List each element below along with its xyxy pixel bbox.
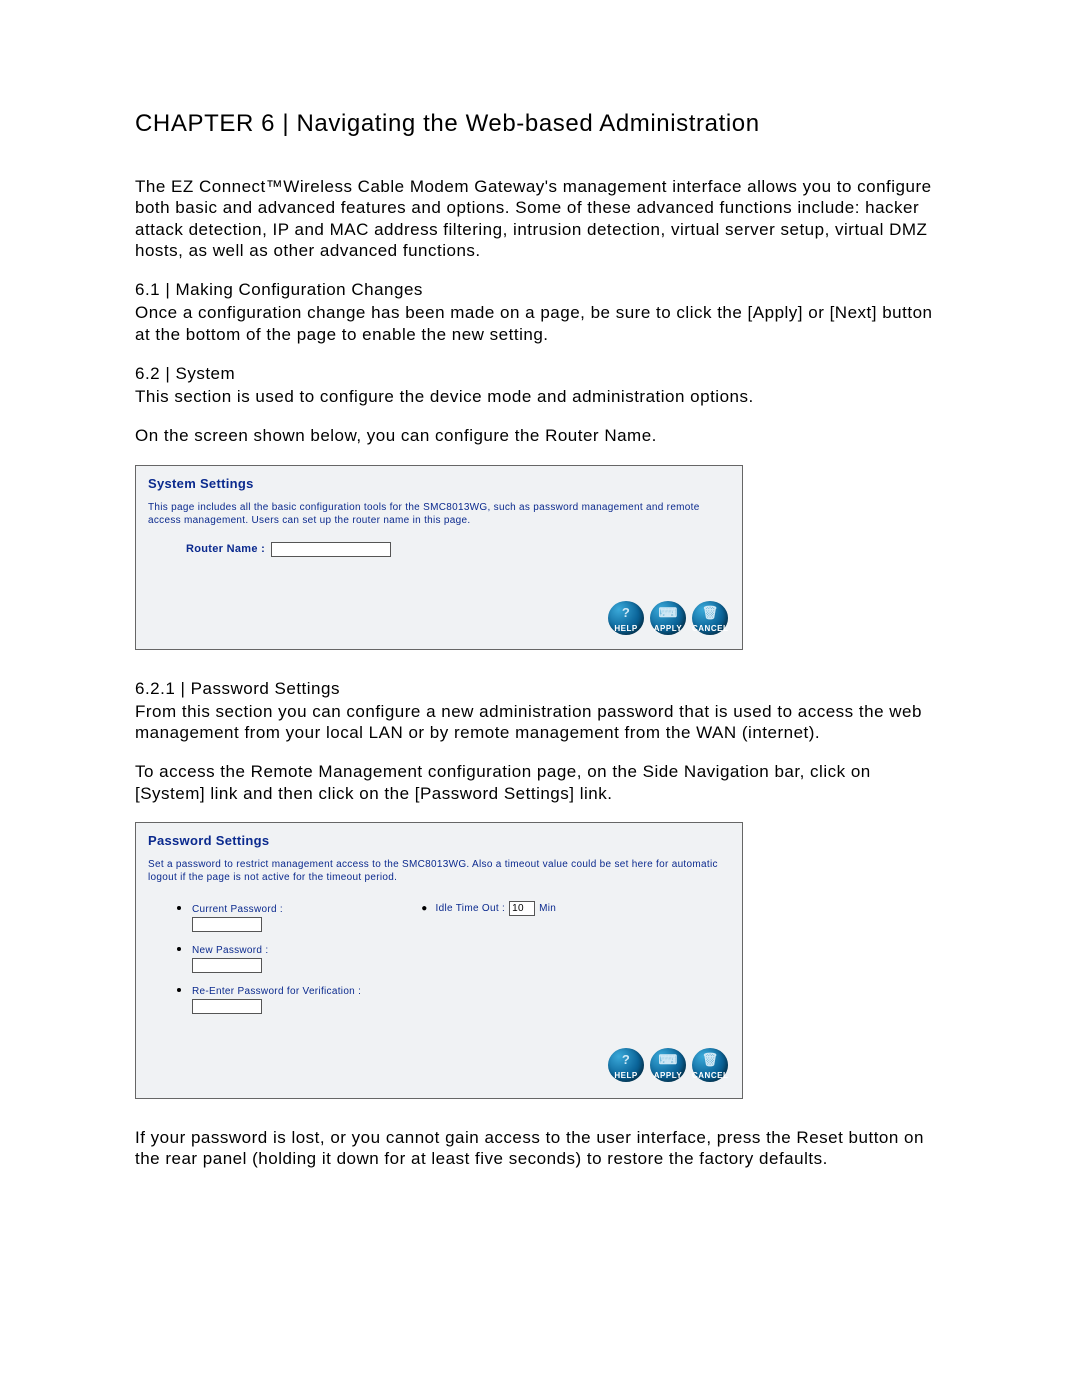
new-password-input[interactable] — [192, 958, 262, 973]
password-fields-left: Current Password : New Password : Re-Ent… — [176, 899, 361, 1022]
reenter-password-input[interactable] — [192, 999, 262, 1014]
apply-button[interactable]: ⌨ APPLY — [650, 1048, 686, 1082]
password-settings-panel: Password Settings Set a password to rest… — [135, 822, 743, 1099]
section-6-2-1-body-2: To access the Remote Management configur… — [135, 761, 945, 804]
button-label: APPLY — [650, 1071, 686, 1080]
system-settings-panel: System Settings This page includes all t… — [135, 465, 743, 650]
current-password-input[interactable] — [192, 917, 262, 932]
intro-paragraph: The EZ Connect™Wireless Cable Modem Gate… — [135, 176, 945, 261]
cancel-button[interactable]: 🗑 CANCEL — [692, 1048, 728, 1082]
button-label: HELP — [608, 1071, 644, 1080]
password-fields-block: Current Password : New Password : Re-Ent… — [176, 899, 730, 1022]
section-6-1-body: Once a configuration change has been mad… — [135, 302, 945, 345]
idle-timeout-label: Idle Time Out : — [436, 903, 506, 914]
router-name-input[interactable] — [271, 542, 391, 557]
panel-button-row: ? HELP ⌨ APPLY 🗑 CANCEL — [148, 1048, 730, 1082]
panel-description: Set a password to restrict management ac… — [148, 858, 730, 885]
outro-paragraph: If your password is lost, or you cannot … — [135, 1127, 945, 1170]
apply-button[interactable]: ⌨ APPLY — [650, 601, 686, 635]
cancel-icon: 🗑 — [692, 1052, 728, 1068]
router-name-label: Router Name : — [186, 543, 265, 555]
section-6-2-heading: 6.2 | System — [135, 363, 945, 384]
section-6-2-body-1: This section is used to configure the de… — [135, 386, 945, 407]
section-6-2-body-2: On the screen shown below, you can confi… — [135, 425, 945, 446]
list-item: New Password : — [192, 940, 361, 973]
help-icon: ? — [608, 1052, 644, 1067]
help-icon: ? — [608, 605, 644, 620]
current-password-label: Current Password : — [192, 904, 283, 915]
button-label: CANCEL — [692, 624, 728, 633]
chapter-title: CHAPTER 6 | Navigating the Web-based Adm… — [135, 110, 945, 138]
idle-timeout-unit: Min — [539, 903, 556, 914]
section-6-2-1-body-1: From this section you can configure a ne… — [135, 701, 945, 744]
idle-timeout-input[interactable]: 10 — [509, 901, 535, 916]
router-name-row: Router Name : — [186, 542, 730, 557]
button-label: HELP — [608, 624, 644, 633]
help-button[interactable]: ? HELP — [608, 1048, 644, 1082]
cancel-icon: 🗑 — [692, 605, 728, 621]
panel-description: This page includes all the basic configu… — [148, 501, 730, 528]
bullet-icon: ● — [421, 903, 427, 914]
cancel-button[interactable]: 🗑 CANCEL — [692, 601, 728, 635]
list-item: Re-Enter Password for Verification : — [192, 981, 361, 1014]
button-label: CANCEL — [692, 1071, 728, 1080]
document-page: CHAPTER 6 | Navigating the Web-based Adm… — [0, 0, 1080, 1287]
panel-button-row: ? HELP ⌨ APPLY 🗑 CANCEL — [148, 601, 730, 635]
panel-title: System Settings — [148, 476, 730, 491]
apply-icon: ⌨ — [650, 1052, 686, 1068]
button-label: APPLY — [650, 624, 686, 633]
idle-timeout-block: ● Idle Time Out : 10 Min — [421, 899, 556, 916]
list-item: Current Password : — [192, 899, 361, 932]
help-button[interactable]: ? HELP — [608, 601, 644, 635]
panel-title: Password Settings — [148, 833, 730, 848]
section-6-1-heading: 6.1 | Making Configuration Changes — [135, 279, 945, 300]
section-6-2-1-heading: 6.2.1 | Password Settings — [135, 678, 945, 699]
apply-icon: ⌨ — [650, 605, 686, 621]
new-password-label: New Password : — [192, 945, 268, 956]
reenter-password-label: Re-Enter Password for Verification : — [192, 986, 361, 997]
